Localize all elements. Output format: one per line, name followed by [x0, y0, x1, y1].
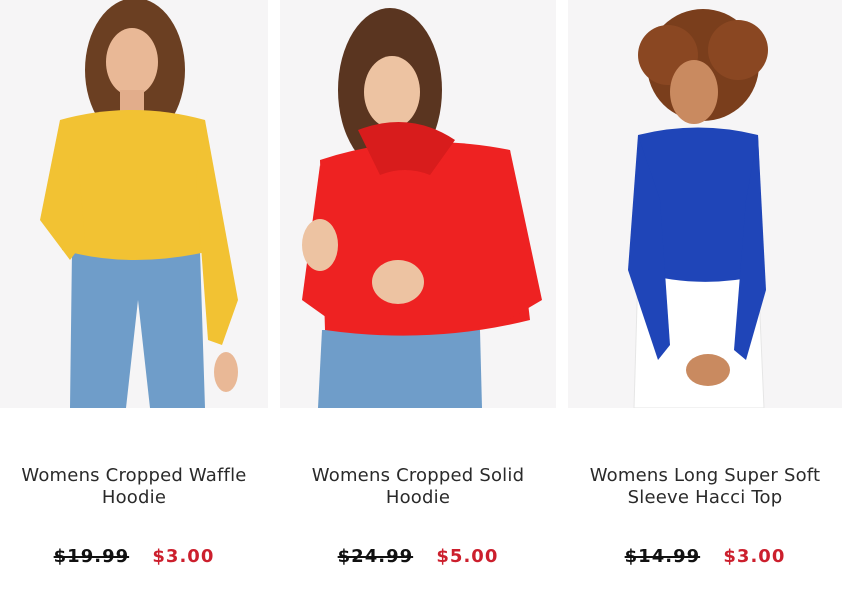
product-image-yellow-hoodie[interactable] — [0, 0, 268, 408]
product-card-waffle-hoodie[interactable]: Womens Cropped Waffle Hoodie $19.99 $3.0… — [0, 0, 268, 592]
product-title[interactable]: Womens Long Super Soft Sleeve Hacci Top — [568, 465, 842, 509]
sale-price: $3.00 — [152, 546, 215, 567]
product-title-line1[interactable]: Womens Long Super Soft — [568, 465, 842, 487]
product-title-line1[interactable]: Womens Cropped Solid — [280, 465, 556, 487]
product-grid: Womens Cropped Waffle Hoodie $19.99 $3.0… — [0, 0, 844, 592]
product-card-hacci-top[interactable]: Womens Long Super Soft Sleeve Hacci Top … — [568, 0, 842, 592]
product-title-line2[interactable]: Hoodie — [280, 487, 556, 509]
original-price: $19.99 — [53, 546, 130, 567]
product-title[interactable]: Womens Cropped Waffle Hoodie — [0, 465, 268, 509]
product-card-solid-hoodie[interactable]: Womens Cropped Solid Hoodie $24.99 $5.00 — [280, 0, 556, 592]
sale-price: $3.00 — [723, 546, 786, 567]
product-title[interactable]: Womens Cropped Solid Hoodie — [280, 465, 556, 509]
sale-price: $5.00 — [436, 546, 499, 567]
product-title-line2[interactable]: Sleeve Hacci Top — [568, 487, 842, 509]
product-title-line1[interactable]: Womens Cropped Waffle — [0, 465, 268, 487]
product-price: $19.99 $3.00 — [0, 546, 268, 567]
product-price: $14.99 $3.00 — [568, 546, 842, 567]
product-image-red-hoodie[interactable] — [280, 0, 556, 408]
original-price: $14.99 — [624, 546, 701, 567]
original-price: $24.99 — [337, 546, 414, 567]
product-image-blue-top[interactable] — [568, 0, 842, 408]
product-price: $24.99 $5.00 — [280, 546, 556, 567]
product-title-line2[interactable]: Hoodie — [0, 487, 268, 509]
